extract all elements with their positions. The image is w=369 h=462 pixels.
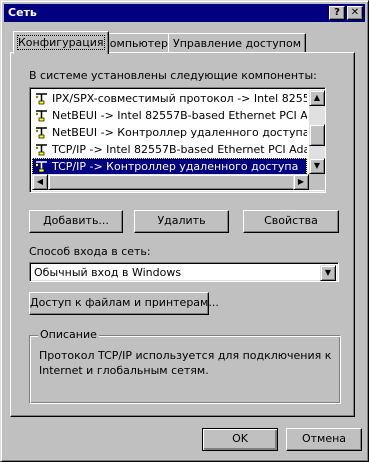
cancel-button[interactable]: Отмена: [286, 428, 362, 451]
description-group: Описание Протокол TCP/IP используется дл…: [29, 328, 341, 404]
list-item-label: NetBEUI -> Intel 82557B-based Ethernet P…: [52, 109, 307, 122]
tab-computer-label: Компьютер: [102, 37, 168, 50]
remove-button[interactable]: Удалить: [134, 210, 229, 233]
file-print-sharing-button[interactable]: Доступ к файлам и принтерам...: [29, 292, 219, 315]
components-list[interactable]: IPX/SPX-совместимый протокол -> Intel 82…: [29, 87, 326, 193]
close-button[interactable]: ✕: [347, 6, 363, 20]
list-item-label: NetBEUI -> Контроллер удаленного доступа: [52, 126, 307, 139]
list-item-label: TCP/IP -> Контроллер удаленного доступа: [52, 160, 299, 173]
tab-access-control[interactable]: Управление доступом: [168, 33, 307, 53]
list-item[interactable]: TCP/IP -> Intel 82557B-based Ethernet PC…: [32, 141, 307, 158]
network-protocol-icon: [35, 144, 47, 156]
list-item[interactable]: NetBEUI -> Intel 82557B-based Ethernet P…: [32, 107, 307, 124]
network-protocol-icon: [35, 110, 47, 122]
network-protocol-icon: [35, 161, 47, 173]
description-legend: Описание: [38, 328, 99, 341]
list-item-label: TCP/IP -> Intel 82557B-based Ethernet PC…: [52, 143, 307, 156]
ok-button[interactable]: OK: [202, 428, 278, 451]
list-item-label: IPX/SPX-совместимый протокол -> Intel 82…: [52, 92, 307, 105]
properties-button[interactable]: Свойства: [243, 210, 339, 233]
scroll-right-button[interactable]: ▶: [293, 174, 309, 190]
scroll-left-button[interactable]: ◀: [32, 174, 48, 190]
network-protocol-icon: [35, 93, 47, 105]
list-item-selected[interactable]: TCP/IP -> Контроллер удаленного доступа: [32, 158, 307, 174]
components-label: В системе установлены следующие компонен…: [29, 69, 317, 82]
network-dialog: Сеть ? ✕ Конфигурация Компьютер Управлен…: [0, 0, 369, 462]
horizontal-scrollbar[interactable]: ◀ ▶: [32, 174, 309, 190]
arrow-down-icon: ▼: [313, 161, 321, 170]
logon-select-value: Обычный вход в Windows: [34, 266, 182, 279]
tab-configuration-label: Конфигурация: [17, 35, 105, 50]
list-item[interactable]: NetBEUI -> Контроллер удаленного доступа: [32, 124, 307, 141]
vertical-scroll-thumb[interactable]: [309, 124, 325, 146]
dropdown-button[interactable]: ▼: [320, 265, 336, 281]
tab-configuration[interactable]: Конфигурация: [13, 31, 109, 54]
logon-select[interactable]: Обычный вход в Windows ▼: [29, 262, 339, 282]
help-button[interactable]: ?: [329, 6, 345, 20]
scrollbar-corner: [309, 174, 325, 190]
horizontal-scroll-thumb[interactable]: [48, 174, 298, 190]
list-item[interactable]: IPX/SPX-совместимый протокол -> Intel 82…: [32, 90, 307, 107]
scroll-up-button[interactable]: ▲: [309, 90, 325, 106]
scroll-down-button[interactable]: ▼: [309, 158, 325, 174]
arrow-right-icon: ▶: [297, 177, 305, 186]
arrow-up-icon: ▲: [313, 93, 321, 102]
tab-access-control-label: Управление доступом: [173, 37, 302, 50]
title-bar[interactable]: Сеть ? ✕: [4, 4, 365, 22]
logon-label: Способ входа в сеть:: [29, 245, 151, 258]
close-icon: ✕: [350, 7, 360, 18]
description-text: Протокол TCP/IP используется для подключ…: [39, 349, 332, 377]
arrow-left-icon: ◀: [36, 177, 44, 186]
chevron-down-icon: ▼: [324, 268, 332, 277]
network-protocol-icon: [35, 127, 47, 139]
add-button[interactable]: Добавить...: [29, 210, 123, 233]
window-title: Сеть: [8, 6, 37, 19]
vertical-scrollbar[interactable]: ▲ ▼: [309, 90, 325, 174]
